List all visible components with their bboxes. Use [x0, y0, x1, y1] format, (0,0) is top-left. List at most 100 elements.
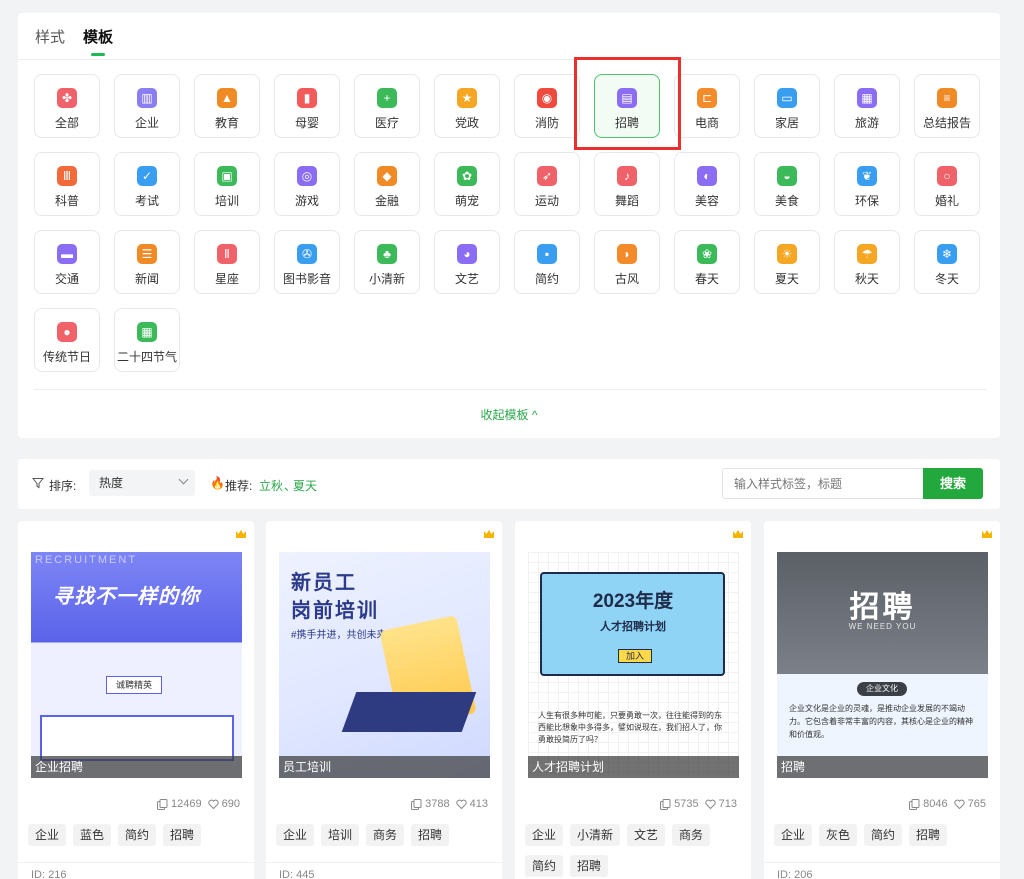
template-card[interactable]: 2023年度 人才招聘计划 加入 人生有很多种可能，只要勇敢一次，往往能得到的东… [515, 521, 751, 879]
tag[interactable]: 招聘 [909, 824, 948, 846]
gemini-icon: Ⅱ [217, 244, 237, 264]
template-category-panel: 样式 模板 ✤ 全部 ▥ 企业 ▲ 教育 ▮ 母婴 + 医疗 ★ 党政 ◉ 消防 ▤ 招聘 ⊏ 电商 ▭ 家居 ▦ 旅游 ≡… [18, 13, 1000, 438]
category-item[interactable]: Ⅱ 星座 [194, 230, 260, 294]
sort-select[interactable]: 热度 [89, 470, 195, 496]
tag[interactable]: 招聘 [570, 855, 609, 877]
tag[interactable]: 灰色 [819, 824, 858, 846]
category-item[interactable]: ◉ 消防 [514, 74, 580, 138]
search-input[interactable] [722, 468, 923, 499]
thumbnail-subtitle: WE NEED YOU [848, 622, 917, 631]
tag[interactable]: 企业 [28, 824, 67, 846]
alarm-icon: ◉ [537, 88, 557, 108]
category-item[interactable]: ★ 党政 [434, 74, 500, 138]
recommend-link-liqiu[interactable]: 立秋 [259, 477, 283, 494]
tag[interactable]: 企业 [525, 824, 564, 846]
tag[interactable]: 小清新 [570, 824, 621, 846]
category-item[interactable]: ≡ 总结报告 [914, 74, 980, 138]
tag[interactable]: 企业 [276, 824, 315, 846]
tag[interactable]: 企业 [774, 824, 813, 846]
category-item[interactable]: ▣ 培训 [194, 152, 260, 216]
category-item[interactable]: ➶ 运动 [514, 152, 580, 216]
category-item[interactable]: ❦ 环保 [834, 152, 900, 216]
category-item[interactable]: ◒ 美食 [754, 152, 820, 216]
category-item[interactable]: ☀ 夏天 [754, 230, 820, 294]
tag[interactable]: 商务 [366, 824, 405, 846]
category-item[interactable]: ◕ 文艺 [434, 230, 500, 294]
coin-icon: ◆ [377, 166, 397, 186]
category-item[interactable]: ▮ 母婴 [274, 74, 340, 138]
category-item[interactable]: ● 传统节日 [34, 308, 100, 372]
tag[interactable]: 招聘 [163, 824, 202, 846]
template-thumbnail[interactable]: RECRUITMENT 寻找不一样的你 诚聘精英 企业招聘 [31, 552, 242, 778]
category-item[interactable]: ✤ 全部 [34, 74, 100, 138]
heart-icon[interactable] [953, 799, 965, 810]
tag[interactable]: 商务 [672, 824, 711, 846]
category-item[interactable]: ❀ 春天 [674, 230, 740, 294]
category-item[interactable]: ▲ 教育 [194, 74, 260, 138]
category-item[interactable]: Ⅲ 科普 [34, 152, 100, 216]
copy-icon [660, 798, 671, 810]
tag[interactable]: 简约 [864, 824, 903, 846]
category-label: 春天 [694, 272, 719, 286]
building-icon: ▥ [137, 88, 157, 108]
category-item[interactable]: ◆ 金融 [354, 152, 420, 216]
category-item[interactable]: ◎ 游戏 [274, 152, 340, 216]
category-item[interactable]: ☰ 新闻 [114, 230, 180, 294]
category-label: 招聘 [614, 116, 639, 130]
category-item[interactable]: ▦ 二十四节气 [114, 308, 180, 372]
copy-icon [157, 798, 168, 810]
category-item[interactable]: ☂ 秋天 [834, 230, 900, 294]
category-item[interactable]: ◗ 古风 [594, 230, 660, 294]
thumbnail-text: 人生有很多种可能，只要勇敢一次，往往能得到的东西能比想象中多得多，譬如说现在，我… [538, 711, 722, 744]
tag[interactable]: 简约 [525, 855, 564, 877]
beauty-icon: ◐ [697, 166, 717, 186]
tab-style[interactable]: 样式 [35, 26, 65, 47]
heart-icon[interactable] [704, 799, 716, 810]
card-stats: 12469 690 [157, 798, 240, 810]
category-item[interactable]: ▪ 简约 [514, 230, 580, 294]
category-label: 新闻 [134, 272, 159, 286]
tag[interactable]: 文艺 [627, 824, 666, 846]
category-item[interactable]: ❄ 冬天 [914, 230, 980, 294]
template-title: 招聘 [777, 756, 988, 778]
category-item[interactable]: ✿ 萌宠 [434, 152, 500, 216]
category-item[interactable]: ○ 婚礼 [914, 152, 980, 216]
thumbnail-title: 2023年度 [592, 591, 674, 612]
heart-icon[interactable] [455, 799, 467, 810]
template-thumbnail[interactable]: 新员工 岗前培训 #携手并进，共创未来# 员工培训 [279, 552, 490, 778]
category-item[interactable]: ▥ 企业 [114, 74, 180, 138]
category-label: 总结报告 [922, 116, 971, 130]
template-thumbnail[interactable]: 2023年度 人才招聘计划 加入 人生有很多种可能，只要勇敢一次，往往能得到的东… [528, 552, 739, 778]
tag[interactable]: 简约 [118, 824, 157, 846]
category-item[interactable]: ♪ 舞蹈 [594, 152, 660, 216]
heart-icon[interactable] [207, 799, 219, 810]
report-icon: ≡ [937, 88, 957, 108]
category-item[interactable]: ▬ 交通 [34, 230, 100, 294]
copy-icon [411, 798, 422, 810]
category-item[interactable]: ▤ 招聘 [594, 74, 660, 138]
category-item[interactable]: ✓ 考试 [114, 152, 180, 216]
thumbnail-illustration [341, 692, 477, 732]
category-item[interactable]: ✇ 图书影音 [274, 230, 340, 294]
template-card[interactable]: RECRUITMENT 寻找不一样的你 诚聘精英 企业招聘 12469 690 … [18, 521, 254, 879]
recommend-link-summer[interactable]: 夏天 [293, 477, 317, 494]
category-item[interactable]: + 医疗 [354, 74, 420, 138]
template-card[interactable]: 招聘 WE NEED YOU 企业文化 企业文化是企业的灵魂，是推动企业发展的不… [764, 521, 1000, 879]
bus-icon: ▬ [57, 244, 77, 264]
search-button[interactable]: 搜索 [923, 468, 983, 499]
category-item[interactable]: ▦ 旅游 [834, 74, 900, 138]
category-item[interactable]: ⊏ 电商 [674, 74, 740, 138]
tag[interactable]: 培训 [321, 824, 360, 846]
copy-count: 8046 [923, 798, 948, 810]
collapse-templates-button[interactable]: 收起模板 ^ [18, 406, 1000, 423]
template-card[interactable]: 新员工 岗前培训 #携手并进，共创未来# 员工培训 3788 413 企业 培训… [266, 521, 502, 879]
category-item[interactable]: ▭ 家居 [754, 74, 820, 138]
category-item[interactable]: ◐ 美容 [674, 152, 740, 216]
tab-template[interactable]: 模板 [83, 26, 113, 56]
copy-count: 3788 [425, 798, 450, 810]
category-item[interactable]: ♣ 小清新 [354, 230, 420, 294]
tag[interactable]: 蓝色 [73, 824, 112, 846]
simple-shapes-icon: ▪ [537, 244, 557, 264]
tag[interactable]: 招聘 [411, 824, 450, 846]
template-thumbnail[interactable]: 招聘 WE NEED YOU 企业文化 企业文化是企业的灵魂，是推动企业发展的不… [777, 552, 988, 778]
